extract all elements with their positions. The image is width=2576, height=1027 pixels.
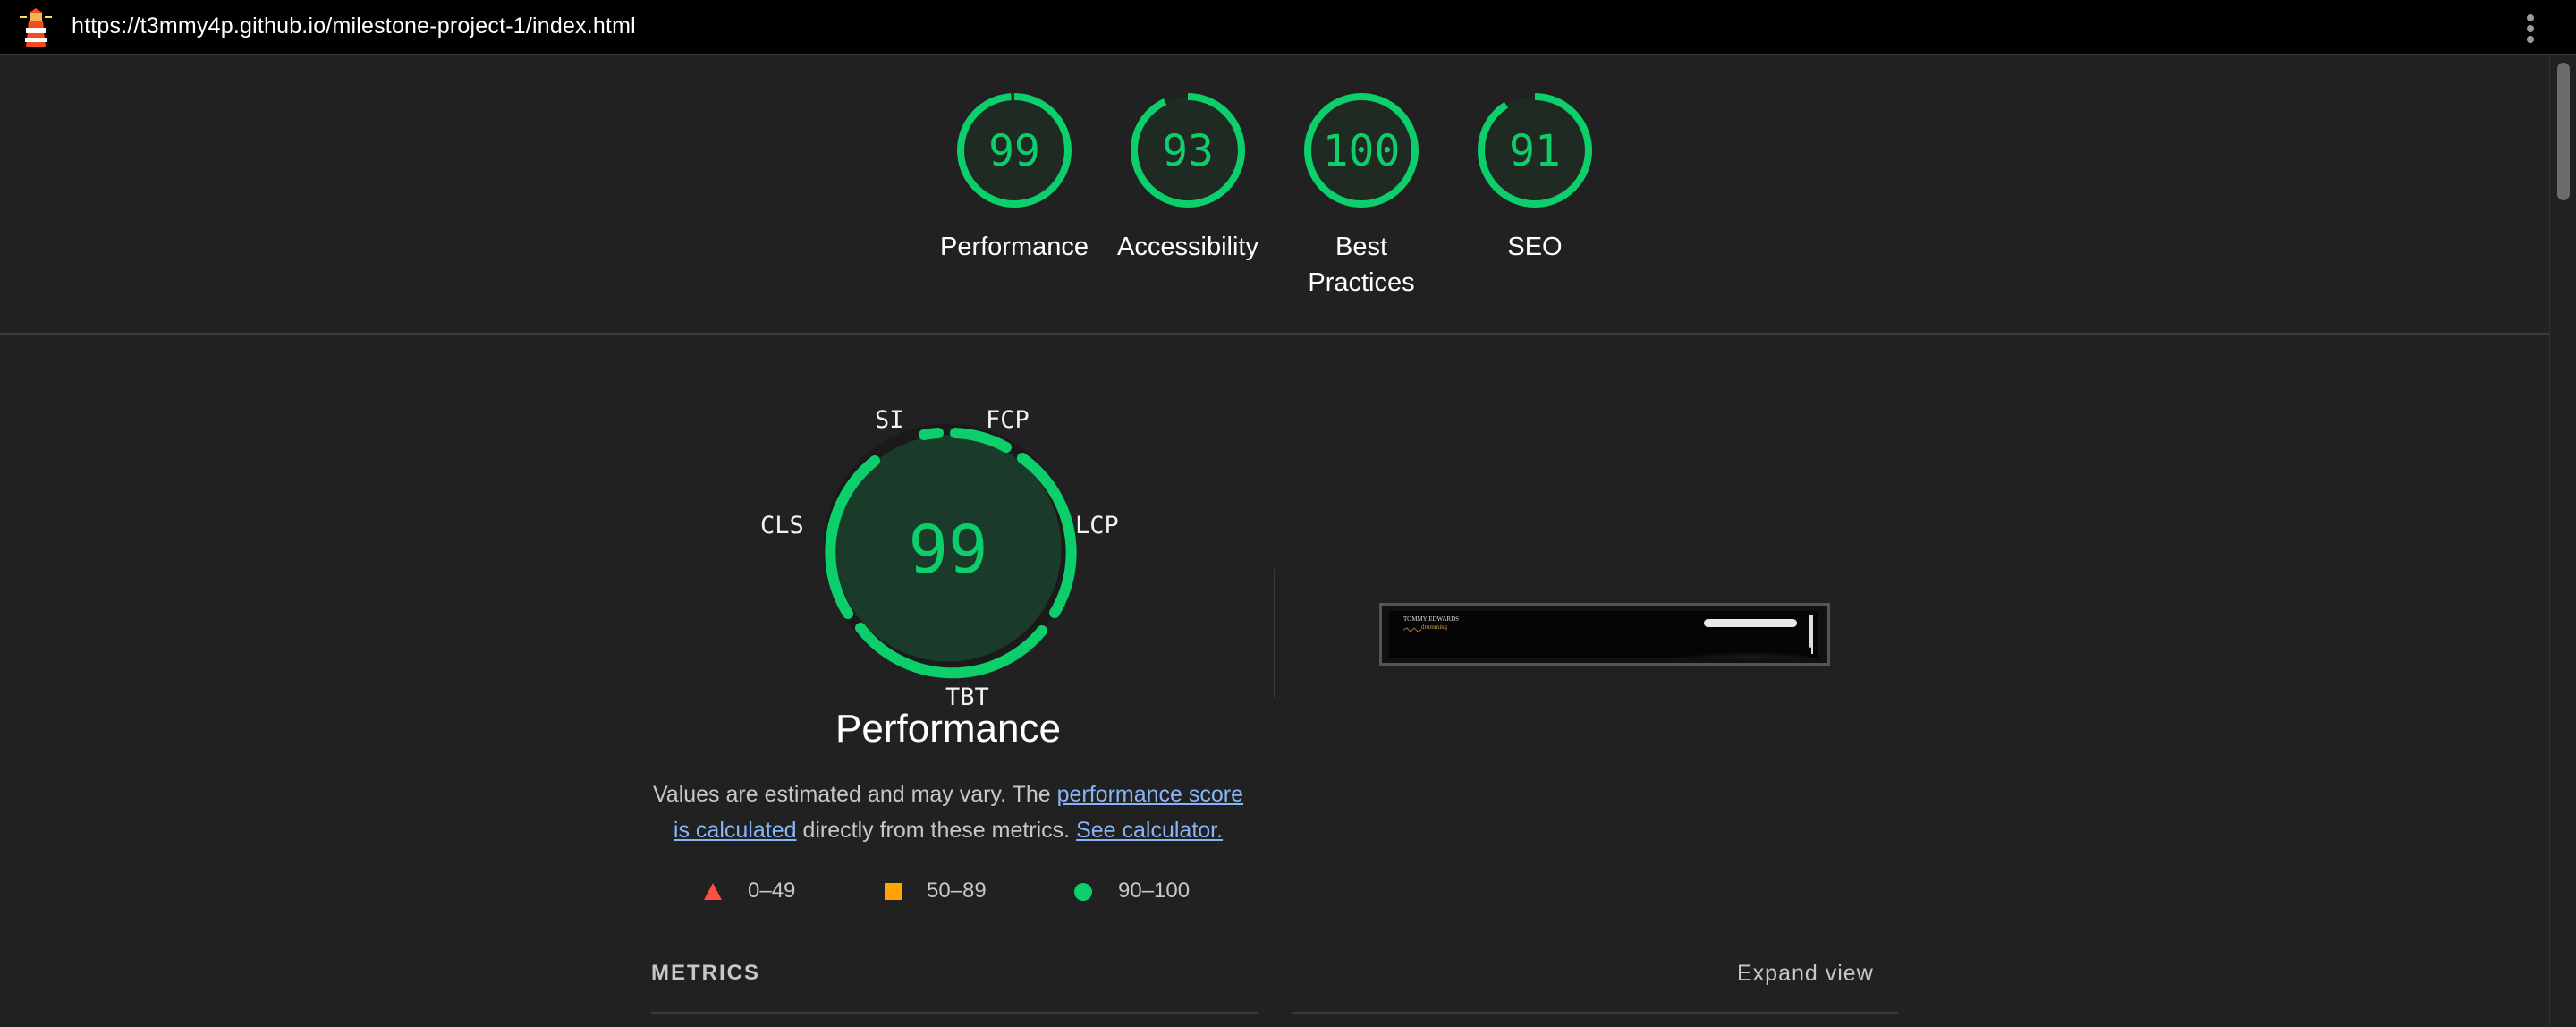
performance-title: Performance: [835, 707, 1061, 751]
section-divider: [1274, 569, 1275, 698]
metric-label-fcp: FCP: [986, 406, 1030, 434]
gauge-label-seo: SEO: [1507, 233, 1563, 261]
gauge-ring-accessibility: 93: [1131, 93, 1245, 208]
legend-pass: 90–100: [1073, 878, 1190, 904]
gauge-score-accessibility: 93: [1162, 126, 1214, 176]
desc-text-2: directly from these metrics.: [796, 818, 1077, 843]
gauge-label-best-practices: Best Practices: [1308, 233, 1415, 297]
score-description: Values are estimated and may vary. The p…: [644, 777, 1252, 848]
performance-gauge-ring: 99: [823, 423, 1077, 679]
gauge-label-performance: Performance: [939, 233, 1089, 261]
gauge-ring-best-practices: 100: [1304, 93, 1419, 208]
gauge-ring-performance: 99: [957, 93, 1072, 208]
metric-label-si: SI: [875, 406, 904, 434]
top-bar: https://t3mmy4p.github.io/milestone-proj…: [0, 0, 2576, 55]
legend-pass-range: 90–100: [1118, 878, 1191, 903]
metrics-heading: METRICS: [651, 961, 760, 985]
thumbnail-site-title: TOMMY EDWARDS: [1403, 615, 1460, 623]
screenshot-image: TOMMY EDWARDS drumming: [1389, 611, 1818, 658]
legend-average: 50–89: [884, 878, 987, 904]
thumbnail-search-bar: [1704, 619, 1797, 627]
gauge-score-seo: 91: [1509, 126, 1561, 176]
square-icon: [885, 883, 902, 900]
header-divider: [0, 333, 2549, 335]
metrics-divider-left: [651, 1012, 1258, 1014]
gauge-best-practices[interactable]: 100 Best Practices: [1281, 89, 1442, 301]
see-calculator-link[interactable]: See calculator.: [1076, 818, 1223, 843]
metric-label-cls: CLS: [760, 512, 804, 539]
lighthouse-icon: [20, 8, 52, 47]
metric-label-lcp: LCP: [1075, 512, 1119, 539]
expand-view-button[interactable]: Expand view: [1737, 961, 1874, 987]
thumbnail-site-subtitle: drumming: [1421, 624, 1448, 631]
final-screenshot[interactable]: TOMMY EDWARDS drumming: [1379, 603, 1830, 666]
thumbnail-photo: [1633, 638, 1811, 658]
gauge-accessibility[interactable]: 93 Accessibility: [1107, 89, 1268, 265]
scrollbar-thumb[interactable]: [2557, 63, 2570, 200]
page-url: https://t3mmy4p.github.io/milestone-proj…: [72, 13, 636, 38]
gauge-label-accessibility: Accessibility: [1117, 233, 1258, 261]
kebab-menu-icon[interactable]: [2521, 11, 2540, 47]
performance-gauge: 99 SI FCP LCP CLS TBT: [760, 394, 1136, 716]
triangle-icon: [704, 883, 722, 900]
circle-icon: [1074, 883, 1092, 901]
gauge-performance[interactable]: 99 Performance: [934, 89, 1095, 265]
gauge-score-performance: 99: [988, 126, 1040, 176]
gauge-score-best-practices: 100: [1323, 126, 1401, 176]
legend-average-range: 50–89: [927, 878, 987, 903]
desc-text-1: Values are estimated and may vary. The: [652, 782, 1057, 807]
gauge-ring-seo: 91: [1478, 93, 1592, 208]
legend-fail-range: 0–49: [748, 878, 796, 903]
scrollbar[interactable]: [2549, 57, 2576, 1027]
metrics-divider-right: [1292, 1012, 1898, 1014]
gauge-seo[interactable]: 91 SEO: [1454, 89, 1615, 265]
performance-score: 99: [908, 512, 987, 589]
thumbnail-logo-line: [1403, 627, 1422, 632]
legend-fail: 0–49: [703, 878, 795, 904]
gauge-arc-si: [919, 428, 944, 440]
